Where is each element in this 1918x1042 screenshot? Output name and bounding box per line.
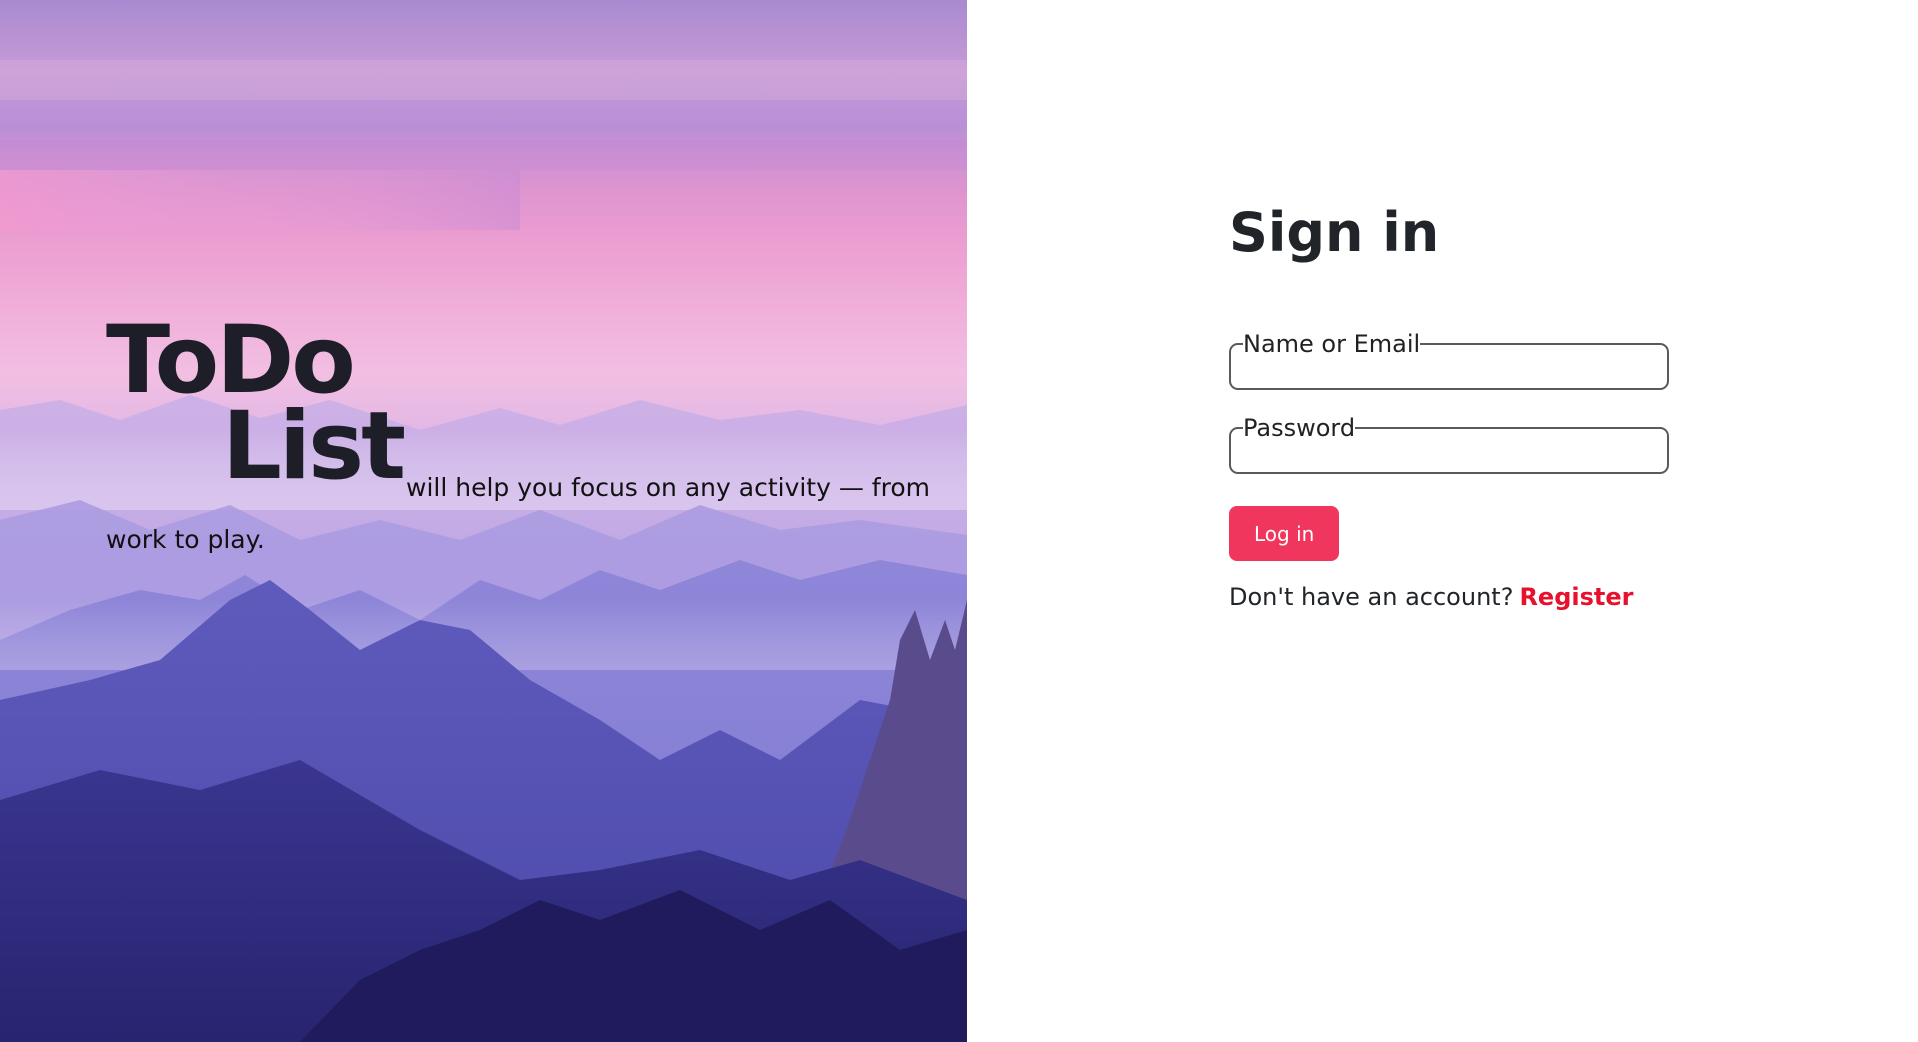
password-label: Password [1243, 414, 1356, 442]
login-button[interactable]: Log in [1229, 506, 1340, 561]
signin-title: Sign in [1229, 201, 1440, 264]
password-input[interactable] [1245, 438, 1657, 480]
register-prompt-text: Don't have an account? [1229, 583, 1514, 611]
name-or-email-label: Name or Email [1243, 330, 1421, 358]
password-field[interactable]: Password [1229, 414, 1669, 480]
register-prompt-line: Don't have an account? Register [1229, 583, 1669, 611]
register-link[interactable]: Register [1519, 583, 1633, 611]
login-page: ToDo List will help you focus on any act… [0, 0, 1918, 1042]
app-tagline: will help you focus on any activity — fr… [106, 473, 930, 554]
hero-panel: ToDo List will help you focus on any act… [0, 0, 967, 1042]
signin-form: Sign in Name or Email Password Log in Do… [1229, 196, 1669, 611]
name-or-email-field[interactable]: Name or Email [1229, 330, 1669, 396]
signin-panel: Sign in Name or Email Password Log in Do… [967, 0, 1918, 1042]
name-or-email-input[interactable] [1245, 354, 1657, 396]
